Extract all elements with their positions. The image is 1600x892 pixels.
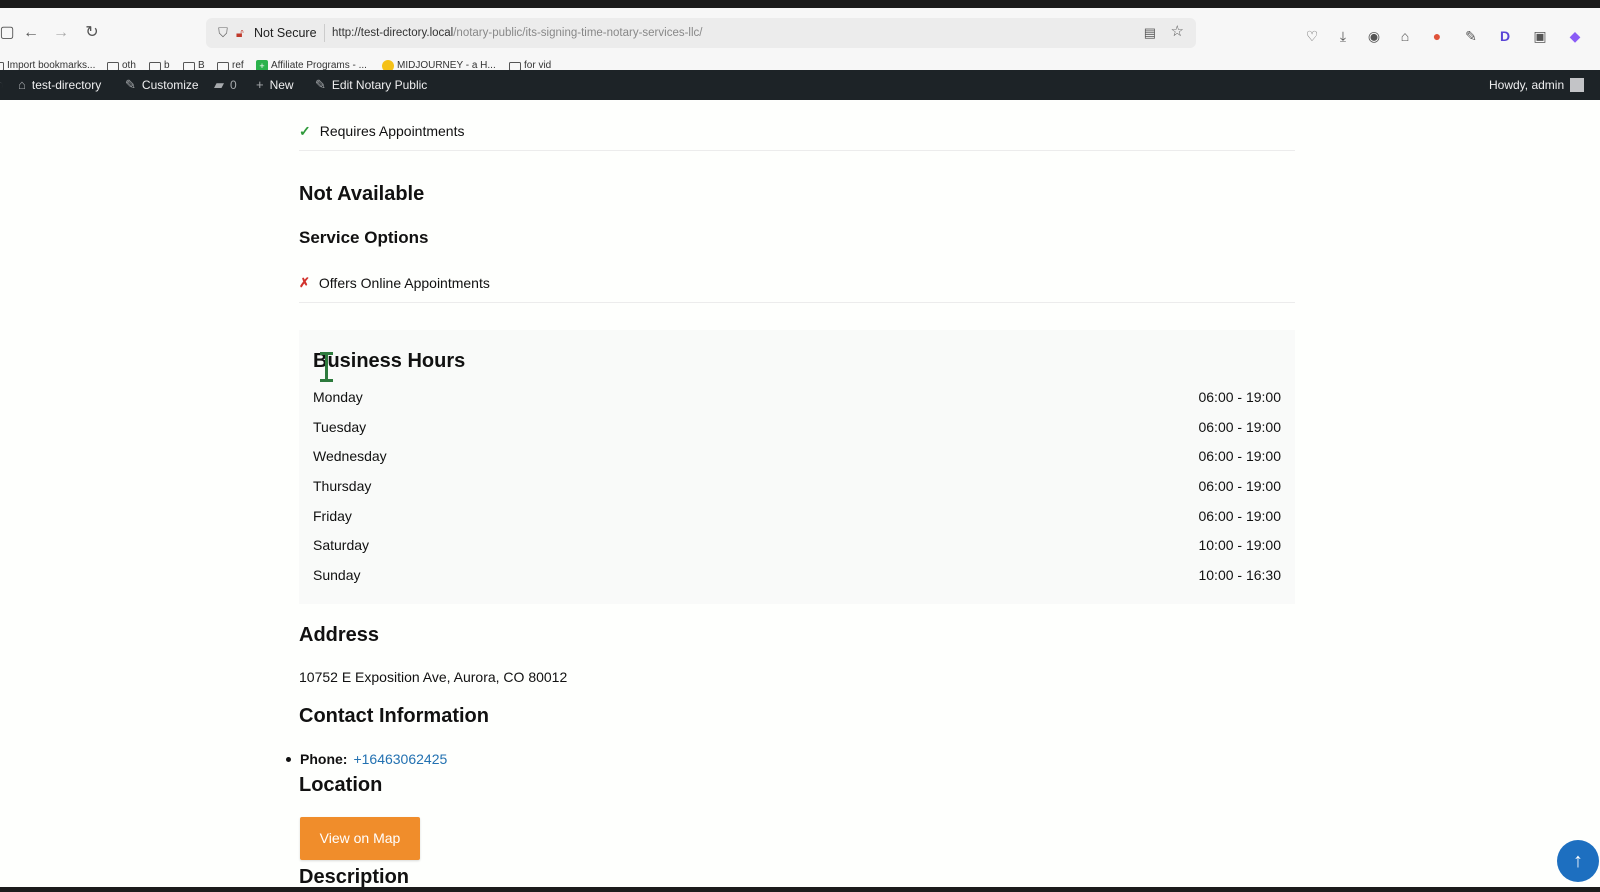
service-options-heading: Service Options xyxy=(299,228,429,247)
arrow-up-icon: ↑ xyxy=(1573,850,1583,872)
download-icon[interactable]: ⤓ xyxy=(1334,27,1352,45)
hours-row-thursday: Thursday 06:00 - 19:00 xyxy=(313,476,1281,496)
hours-time: 06:00 - 19:00 xyxy=(1198,448,1281,464)
security-status[interactable]: Not Secure xyxy=(254,25,317,41)
feature-offers-online-appointments: ✗ Offers Online Appointments xyxy=(299,274,490,292)
cross-icon: ✗ xyxy=(299,275,310,290)
pocket-icon[interactable]: ♡ xyxy=(1303,27,1321,45)
location-heading: Location xyxy=(299,774,383,796)
dashboard-icon: ⌂ xyxy=(18,77,26,92)
hours-day: Sunday xyxy=(313,567,361,583)
admin-site-name[interactable]: ⌂ test-directory xyxy=(18,70,101,100)
address-bar[interactable]: ⛉ 🔓︎ Not Secure http://test-directory.lo… xyxy=(206,18,1196,48)
listing-page: ✓ Requires Appointments Not Available Se… xyxy=(0,100,1600,887)
hours-day: Thursday xyxy=(313,478,372,494)
wp-admin-bar: ◐ ⌂test-directory ✎Customize ▰0 +New ✎Ed… xyxy=(0,70,1600,100)
hours-day: Tuesday xyxy=(313,419,367,435)
hours-row-tuesday: Tuesday 06:00 - 19:00 xyxy=(313,417,1281,437)
extension-icon[interactable]: ⌂ xyxy=(1396,27,1414,45)
hours-day: Saturday xyxy=(313,537,370,553)
url-divider xyxy=(324,24,325,42)
section-divider xyxy=(299,302,1295,303)
forward-icon[interactable]: → xyxy=(50,22,72,44)
d-extension-icon[interactable]: D xyxy=(1496,27,1514,45)
hours-row-friday: Friday 06:00 - 19:00 xyxy=(313,506,1281,526)
screen-capture-icon[interactable]: ▣ xyxy=(1531,27,1549,45)
hours-row-saturday: Saturday 10:00 - 19:00 xyxy=(313,535,1281,555)
brush-icon: ✎ xyxy=(125,77,136,92)
scroll-to-top-button[interactable]: ↑ xyxy=(1557,840,1599,882)
admin-customize[interactable]: ✎ Customize xyxy=(125,70,199,100)
account-icon[interactable]: ◉ xyxy=(1365,27,1383,45)
reload-icon[interactable]: ↻ xyxy=(81,22,103,44)
comments-count: 0 xyxy=(230,78,237,92)
contact-heading: Contact Information xyxy=(299,705,489,727)
phone-label: Phone: xyxy=(300,751,348,767)
window-bottom-edge xyxy=(0,887,1600,892)
contact-phone-item: Phone: +16463062425 xyxy=(286,750,447,768)
tracking-shield-icon[interactable]: ⛉ xyxy=(214,24,232,42)
hours-time: 10:00 - 16:30 xyxy=(1198,567,1281,583)
admin-account[interactable]: Howdy, admin xyxy=(1489,70,1585,100)
hours-day: Wednesday xyxy=(313,448,387,464)
color-extension-icon[interactable]: ● xyxy=(1428,27,1446,45)
check-icon: ✓ xyxy=(299,123,311,139)
sidebar-toggle-icon[interactable]: ▢ xyxy=(0,22,18,44)
avatar xyxy=(1570,78,1585,92)
hours-row-monday: Monday 06:00 - 19:00 xyxy=(313,387,1281,407)
hours-time: 10:00 - 19:00 xyxy=(1198,537,1281,553)
address-heading: Address xyxy=(299,624,380,646)
address-text: 10752 E Exposition Ave, Aurora, CO 80012 xyxy=(299,669,568,685)
wp-logo-icon[interactable]: ◐ xyxy=(0,70,4,100)
hours-row-wednesday: Wednesday 06:00 - 19:00 xyxy=(313,446,1281,466)
admin-edit[interactable]: ✎ Edit Notary Public xyxy=(315,70,427,100)
business-hours-box: Business Hours Monday 06:00 - 19:00 Tuesd… xyxy=(299,330,1295,604)
admin-new[interactable]: + New xyxy=(256,70,294,100)
url-text[interactable]: http://test-directory.local/notary-publi… xyxy=(332,26,702,40)
browser-toolbar: ▢ ← → ↻ ⛉ 🔓︎ Not Secure http://test-dire… xyxy=(0,8,1600,72)
hours-time: 06:00 - 19:00 xyxy=(1198,478,1281,494)
new-label: New xyxy=(269,78,294,92)
description-heading: Description xyxy=(299,866,410,887)
hours-time: 06:00 - 19:00 xyxy=(1198,389,1281,405)
edit-label: Edit Notary Public xyxy=(331,78,428,92)
url-host: http://test-directory.local xyxy=(332,27,454,39)
text-cursor-icon xyxy=(319,352,333,382)
bookmark-star-icon[interactable]: ☆ xyxy=(1171,23,1184,41)
business-hours-heading: Business Hours xyxy=(313,350,466,372)
hours-row-sunday: Sunday 10:00 - 16:30 xyxy=(313,565,1281,585)
section-divider xyxy=(299,150,1295,151)
pencil-icon: ✎ xyxy=(315,77,326,92)
feature-label: Offers Online Appointments xyxy=(318,275,490,291)
hours-day: Friday xyxy=(313,508,352,524)
window-top-edge xyxy=(0,0,1600,8)
insecure-lock-icon[interactable]: 🔓︎ xyxy=(236,25,250,41)
plus-icon: + xyxy=(256,77,264,92)
feature-requires-appointments: ✓ Requires Appointments xyxy=(299,122,465,140)
hours-day: Monday xyxy=(313,389,363,405)
eyedropper-icon[interactable]: ✎ xyxy=(1462,27,1480,45)
not-available-heading: Not Available xyxy=(299,183,425,205)
back-icon[interactable]: ← xyxy=(20,22,42,44)
url-path: /notary-public/its-signing-time-notary-s… xyxy=(453,27,703,39)
comment-icon: ▰ xyxy=(214,77,224,92)
howdy-label: Howdy, admin xyxy=(1489,78,1565,92)
customize-label: Customize xyxy=(141,78,199,92)
hours-time: 06:00 - 19:00 xyxy=(1198,508,1281,524)
view-on-map-button[interactable]: View on Map xyxy=(300,817,420,860)
site-name-label: test-directory xyxy=(31,78,102,92)
phone-link[interactable]: +16463062425 xyxy=(353,750,447,768)
admin-comments[interactable]: ▰ 0 xyxy=(214,70,237,100)
hours-time: 06:00 - 19:00 xyxy=(1198,419,1281,435)
reader-view-icon[interactable]: ▤ xyxy=(1144,24,1156,42)
bullet-icon xyxy=(286,756,291,762)
purple-extension-icon[interactable]: ◆ xyxy=(1566,27,1584,45)
feature-label: Requires Appointments xyxy=(319,123,465,139)
